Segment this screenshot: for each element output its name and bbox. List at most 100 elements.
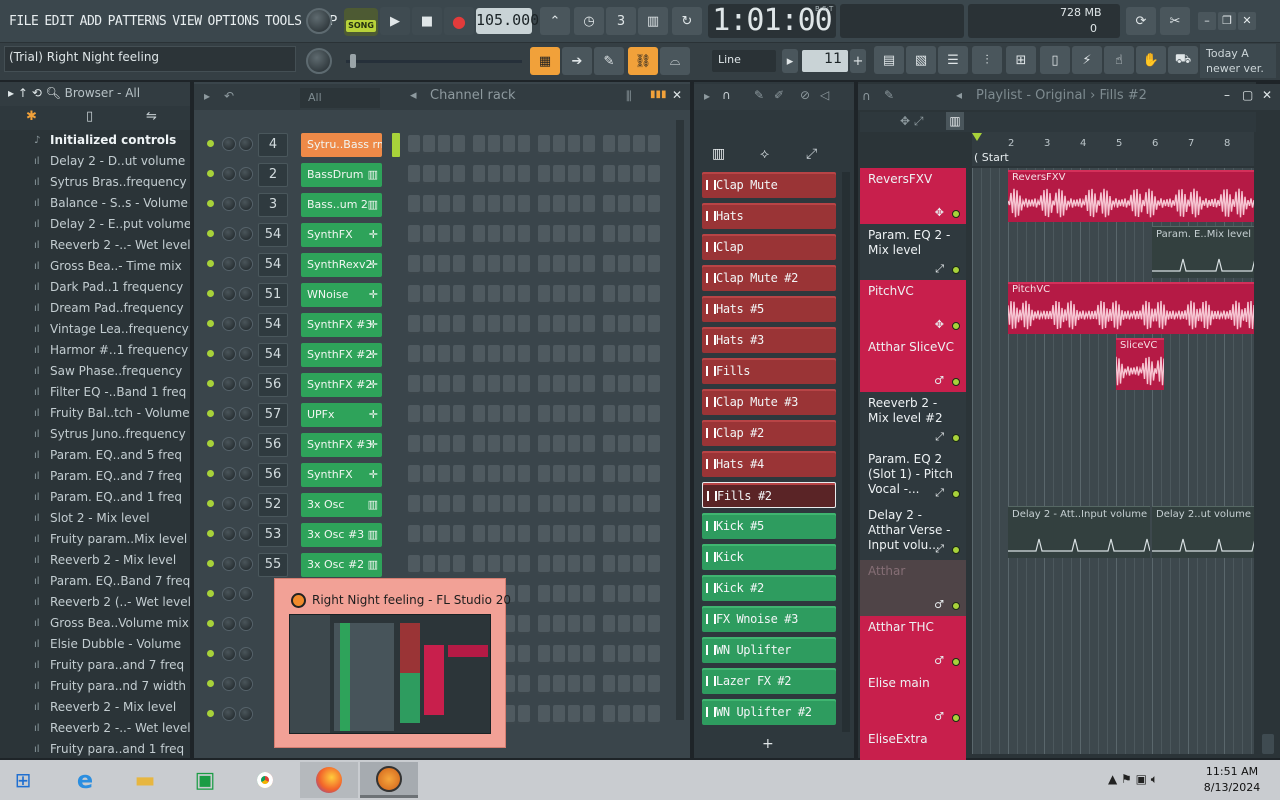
step-button[interactable] bbox=[648, 585, 660, 604]
step-button[interactable] bbox=[473, 525, 485, 544]
channel-mute-led[interactable] bbox=[207, 680, 214, 687]
channel-volume-knob[interactable] bbox=[239, 197, 253, 211]
step-button[interactable] bbox=[518, 225, 530, 244]
step-button[interactable] bbox=[618, 405, 630, 424]
channel-button[interactable]: SynthFX #2 ✛ bbox=[301, 343, 382, 367]
paint-icon[interactable]: ✐ bbox=[774, 88, 784, 102]
channel-mute-led[interactable] bbox=[207, 200, 214, 207]
track-header[interactable]: Param. EQ 2 - Mix level ⤢ bbox=[860, 224, 966, 280]
channel-button[interactable]: Bass..um 2 ▥ bbox=[301, 193, 382, 217]
playhead-marker[interactable] bbox=[972, 133, 982, 141]
step-button[interactable] bbox=[633, 375, 645, 394]
automation-tab-icon[interactable]: ⤢ bbox=[806, 146, 817, 162]
channel-mixer-track[interactable]: 54 bbox=[258, 223, 288, 247]
track-enable-led[interactable] bbox=[952, 658, 960, 666]
step-button[interactable] bbox=[583, 165, 595, 184]
step-button[interactable] bbox=[648, 375, 660, 394]
step-button[interactable] bbox=[408, 255, 420, 274]
step-button[interactable] bbox=[453, 225, 465, 244]
channel-pan-knob[interactable] bbox=[222, 287, 236, 301]
pattern-item[interactable]: Clap Mute #3 bbox=[702, 389, 836, 415]
browser-item[interactable]: ıl Delay 2 - E..put volume bbox=[0, 214, 190, 235]
step-button[interactable] bbox=[633, 705, 645, 724]
browser-item[interactable]: ıl Param. EQ..and 5 freq bbox=[0, 445, 190, 466]
channel-volume-knob[interactable] bbox=[239, 587, 253, 601]
browser-item[interactable]: ıl Sytrus Juno..frequency bbox=[0, 424, 190, 445]
browser-item[interactable]: ıl Sytrus Bras..frequency bbox=[0, 172, 190, 193]
browser-item[interactable]: ıl Gross Bea..Volume mix bbox=[0, 613, 190, 634]
channel-mute-led[interactable] bbox=[207, 620, 214, 627]
track-header[interactable]: Reeverb 2 - Mix level #2 ⤢ bbox=[860, 392, 966, 448]
channel-pan-knob[interactable] bbox=[222, 587, 236, 601]
minimize-button[interactable]: – bbox=[1198, 12, 1216, 30]
pattern-item[interactable]: WN Uplifter bbox=[702, 637, 836, 663]
channel-mute-led[interactable] bbox=[207, 710, 214, 717]
step-button[interactable] bbox=[603, 465, 615, 484]
step-button[interactable] bbox=[633, 195, 645, 214]
browser-button[interactable]: ⊞ bbox=[1006, 46, 1036, 74]
step-button[interactable] bbox=[518, 495, 530, 514]
snap-add-button[interactable]: + bbox=[850, 49, 866, 73]
plugin-picker-button[interactable]: ⚡ bbox=[1072, 46, 1102, 74]
audio-clip[interactable]: PitchVC bbox=[1008, 282, 1254, 334]
step-button[interactable] bbox=[503, 555, 515, 574]
taskbar-firefox[interactable] bbox=[300, 762, 358, 798]
pattern-item[interactable]: Hats #5 bbox=[702, 296, 836, 322]
step-button[interactable] bbox=[488, 315, 500, 334]
step-button[interactable] bbox=[408, 495, 420, 514]
step-button[interactable] bbox=[603, 525, 615, 544]
step-button[interactable] bbox=[518, 255, 530, 274]
step-button[interactable] bbox=[583, 405, 595, 424]
browser-item[interactable]: ıl Dark Pad..1 frequency bbox=[0, 277, 190, 298]
step-button[interactable] bbox=[453, 135, 465, 154]
menu-patterns[interactable]: PATTERNS bbox=[105, 14, 170, 29]
channel-pan-knob[interactable] bbox=[222, 497, 236, 511]
step-button[interactable] bbox=[603, 345, 615, 364]
step-button[interactable] bbox=[648, 315, 660, 334]
step-button[interactable] bbox=[518, 465, 530, 484]
track-enable-led[interactable] bbox=[952, 602, 960, 610]
menu-options[interactable]: OPTIONS bbox=[205, 14, 262, 29]
channel-button[interactable]: UPFx ✛ bbox=[301, 403, 382, 427]
step-button[interactable] bbox=[473, 375, 485, 394]
step-button[interactable] bbox=[603, 705, 615, 724]
master-pitch-knob[interactable] bbox=[306, 48, 332, 74]
browser-item[interactable]: ıl Filter EQ -..Band 1 freq bbox=[0, 382, 190, 403]
step-button[interactable] bbox=[518, 375, 530, 394]
audio-clip[interactable]: ReversFXV bbox=[1008, 170, 1254, 222]
channel-volume-knob[interactable] bbox=[239, 677, 253, 691]
step-button[interactable] bbox=[553, 525, 565, 544]
step-button[interactable] bbox=[453, 405, 465, 424]
step-button[interactable] bbox=[633, 435, 645, 454]
step-button[interactable] bbox=[583, 705, 595, 724]
step-button[interactable] bbox=[553, 255, 565, 274]
browser-item[interactable]: ıl Gross Bea..- Time mix bbox=[0, 256, 190, 277]
step-button[interactable] bbox=[618, 225, 630, 244]
step-button[interactable] bbox=[423, 465, 435, 484]
step-button[interactable] bbox=[618, 585, 630, 604]
step-button[interactable] bbox=[618, 555, 630, 574]
channel-mute-led[interactable] bbox=[207, 140, 214, 147]
step-button[interactable] bbox=[568, 525, 580, 544]
step-button[interactable] bbox=[538, 585, 550, 604]
channel-pan-knob[interactable] bbox=[222, 137, 236, 151]
step-button[interactable] bbox=[583, 225, 595, 244]
channel-volume-knob[interactable] bbox=[239, 257, 253, 271]
browser-item[interactable]: ıl Param. EQ..and 7 freq bbox=[0, 466, 190, 487]
step-button[interactable] bbox=[518, 315, 530, 334]
news-panel[interactable]: Today A newer ver. bbox=[1200, 44, 1276, 78]
channel-button[interactable]: SynthFX #3 ✛ bbox=[301, 433, 382, 457]
step-button[interactable] bbox=[473, 555, 485, 574]
record-button[interactable]: ● bbox=[444, 7, 474, 35]
track-enable-led[interactable] bbox=[952, 714, 960, 722]
pattern-item[interactable]: WN Uplifter #2 bbox=[702, 699, 836, 725]
step-button[interactable] bbox=[568, 615, 580, 634]
step-button[interactable] bbox=[518, 615, 530, 634]
step-button[interactable] bbox=[438, 555, 450, 574]
snap-selector[interactable]: Line bbox=[712, 50, 776, 72]
channel-pan-knob[interactable] bbox=[222, 467, 236, 481]
step-button[interactable] bbox=[583, 585, 595, 604]
step-button[interactable] bbox=[408, 375, 420, 394]
step-button[interactable] bbox=[618, 345, 630, 364]
channel-mixer-track[interactable]: 57 bbox=[258, 403, 288, 427]
